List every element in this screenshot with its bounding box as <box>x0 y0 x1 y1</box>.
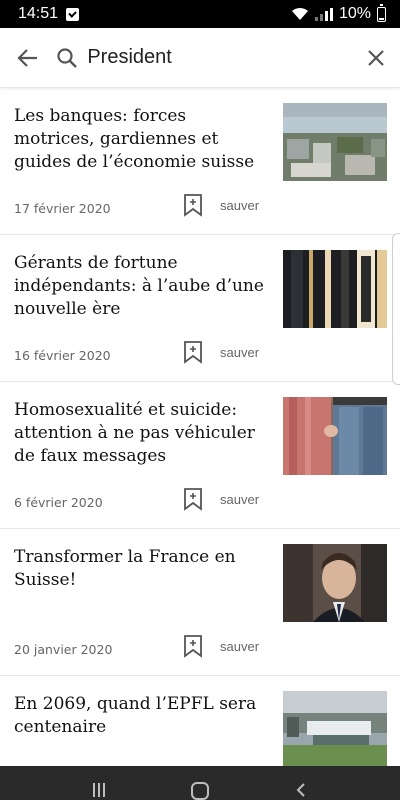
system-back-icon[interactable] <box>294 783 308 797</box>
save-label: sauver <box>220 638 260 654</box>
save-button[interactable]: sauver <box>182 193 259 217</box>
back-arrow-icon <box>17 48 37 67</box>
save-label: sauver <box>220 491 260 507</box>
list-item[interactable]: Gérants de fortune indépendants: à l’aub… <box>0 236 400 382</box>
search-icon <box>57 47 78 68</box>
article-thumbnail[interactable] <box>283 691 387 769</box>
home-button[interactable] <box>190 782 209 800</box>
save-button[interactable]: sauver <box>182 487 259 511</box>
notification-icon <box>66 7 80 21</box>
article-title[interactable]: Transformer la France en Suisse! <box>14 546 270 592</box>
article-date: 6 février 2020 <box>14 495 103 510</box>
status-time: 14:51 <box>18 5 59 22</box>
article-title[interactable]: Homosexualité et suicide: attention à ne… <box>14 399 270 468</box>
bookmark-icon <box>184 194 202 217</box>
save-button[interactable]: sauver <box>182 340 259 364</box>
battery-icon <box>377 3 386 22</box>
article-date: 16 février 2020 <box>14 348 111 363</box>
save-label: sauver <box>220 197 260 213</box>
article-thumbnail[interactable] <box>283 103 387 181</box>
wifi-icon <box>291 7 308 20</box>
article-date: 17 février 2020 <box>14 201 111 216</box>
clear-search-button[interactable] <box>352 28 400 88</box>
article-title[interactable]: Les banques: forces motrices, gardiennes… <box>14 105 270 174</box>
article-title[interactable]: Gérants de fortune indépendants: à l’aub… <box>14 252 270 321</box>
scrollbar-handle[interactable] <box>392 233 400 385</box>
status-left: 14:51 <box>18 5 80 23</box>
article-date: 20 janvier 2020 <box>14 642 113 657</box>
search-header <box>0 28 400 88</box>
system-nav-bar <box>0 766 400 800</box>
close-icon <box>368 49 384 66</box>
signal-icon <box>314 7 333 21</box>
article-thumbnail[interactable] <box>283 397 387 475</box>
search-input[interactable] <box>79 37 353 78</box>
article-thumbnail[interactable] <box>283 544 387 622</box>
bookmark-icon <box>184 341 202 364</box>
bookmark-icon <box>184 635 202 658</box>
recents-button[interactable] <box>92 783 106 797</box>
list-item[interactable]: Les banques: forces motrices, gardiennes… <box>0 89 400 235</box>
status-right: 10% <box>291 3 386 23</box>
save-button[interactable]: sauver <box>182 634 259 658</box>
battery-text: 10% <box>338 5 371 22</box>
list-item[interactable]: Transformer la France en Suisse! 20 janv… <box>0 530 400 676</box>
article-thumbnail[interactable] <box>283 250 387 328</box>
back-button[interactable] <box>0 28 55 88</box>
search-icon-wrap <box>55 46 79 70</box>
save-label: sauver <box>220 344 260 360</box>
list-item[interactable]: Homosexualité et suicide: attention à ne… <box>0 383 400 529</box>
bookmark-icon <box>184 488 202 511</box>
article-title[interactable]: En 2069, quand l’EPFL sera centenaire <box>14 693 270 739</box>
status-bar: 14:51 10% <box>0 0 400 28</box>
